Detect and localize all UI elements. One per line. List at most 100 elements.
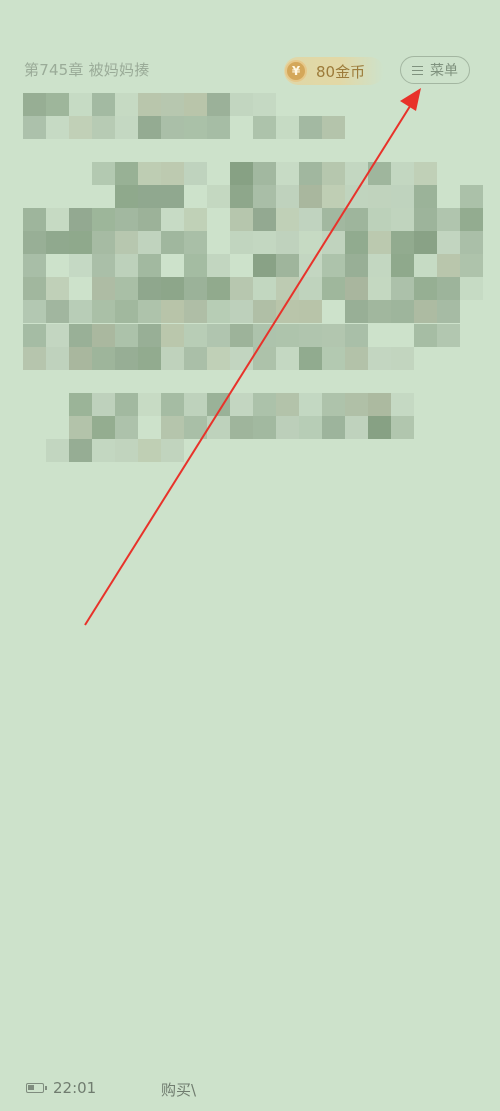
pixel-cell — [253, 231, 276, 254]
pixel-cell — [414, 254, 437, 277]
pixel-cell — [23, 300, 46, 323]
pixel-cell — [230, 185, 253, 208]
pixel-cell — [92, 162, 115, 185]
pixel-cell — [414, 277, 437, 300]
pixel-cell — [368, 300, 391, 323]
pixel-cell — [437, 208, 460, 231]
pixel-cell — [92, 93, 115, 116]
pixel-cell — [322, 231, 345, 254]
pixel-cell — [368, 277, 391, 300]
pixel-cell — [253, 300, 276, 323]
pixel-cell — [92, 393, 115, 416]
pixel-cell — [253, 93, 276, 116]
pixel-cell — [69, 300, 92, 323]
reader-page: 第745章 被妈妈揍 ¥ 80金币 菜单 22:01 购买\ — [0, 0, 500, 1111]
pixel-cell — [299, 416, 322, 439]
coin-balance-button[interactable]: ¥ 80金币 — [284, 57, 384, 85]
pixel-cell — [391, 185, 414, 208]
pixel-cell — [161, 116, 184, 139]
pixel-cell — [115, 416, 138, 439]
pixel-cell — [230, 93, 253, 116]
pixel-cell — [115, 347, 138, 370]
pixel-cell — [92, 439, 115, 462]
pixel-cell — [276, 116, 299, 139]
pixel-cell — [322, 185, 345, 208]
pixel-cell — [230, 231, 253, 254]
pixel-cell — [437, 277, 460, 300]
pixel-cell — [115, 231, 138, 254]
pixel-cell — [345, 254, 368, 277]
pixel-cell — [69, 324, 92, 347]
pixel-cell — [115, 254, 138, 277]
pixel-cell — [391, 416, 414, 439]
pixel-cell — [299, 254, 322, 277]
pixel-cell — [253, 347, 276, 370]
pixel-cell — [460, 185, 483, 208]
pixel-cell — [322, 277, 345, 300]
pixel-cell — [276, 162, 299, 185]
pixel-cell — [322, 347, 345, 370]
pixel-cell — [138, 300, 161, 323]
coin-icon: ¥ — [285, 60, 307, 82]
pixel-cell — [391, 393, 414, 416]
pixel-cell — [276, 393, 299, 416]
pixel-cell — [115, 93, 138, 116]
pixel-cell — [115, 208, 138, 231]
pixel-cell — [184, 231, 207, 254]
pixel-cell — [253, 416, 276, 439]
pixel-cell — [46, 116, 69, 139]
pixel-cell — [345, 162, 368, 185]
pixel-cell — [92, 300, 115, 323]
pixel-cell — [69, 93, 92, 116]
pixel-cell — [92, 116, 115, 139]
pixel-cell — [23, 208, 46, 231]
pixel-cell — [138, 231, 161, 254]
pixel-cell — [368, 393, 391, 416]
pixel-cell — [161, 300, 184, 323]
pixel-cell — [69, 231, 92, 254]
pixel-cell — [345, 393, 368, 416]
pixel-cell — [299, 324, 322, 347]
pixel-cell — [138, 347, 161, 370]
pixel-cell — [253, 393, 276, 416]
pixel-cell — [115, 300, 138, 323]
pixel-cell — [368, 162, 391, 185]
menu-button[interactable]: 菜单 — [400, 56, 470, 84]
pixel-cell — [299, 393, 322, 416]
battery-icon — [26, 1083, 47, 1093]
pixel-cell — [138, 208, 161, 231]
pixel-cell — [368, 254, 391, 277]
pixel-cell — [92, 254, 115, 277]
pixel-cell — [253, 185, 276, 208]
pixel-cell — [230, 162, 253, 185]
pixel-cell — [345, 277, 368, 300]
pixel-cell — [460, 208, 483, 231]
pixel-cell — [391, 277, 414, 300]
pixel-cell — [345, 208, 368, 231]
pixel-cell — [92, 231, 115, 254]
pixel-cell — [345, 324, 368, 347]
pixel-cell — [161, 439, 184, 462]
pixel-cell — [391, 231, 414, 254]
pixel-cell — [276, 300, 299, 323]
pixel-cell — [138, 393, 161, 416]
pixel-cell — [253, 324, 276, 347]
pixel-cell — [46, 277, 69, 300]
pixel-cell — [253, 162, 276, 185]
pixel-cell — [46, 324, 69, 347]
pixel-cell — [414, 208, 437, 231]
pixel-cell — [23, 254, 46, 277]
pixel-cell — [322, 254, 345, 277]
pixel-cell — [391, 254, 414, 277]
bottom-status-text: 购买\ — [161, 1081, 197, 1099]
pixel-cell — [184, 300, 207, 323]
pixel-cell — [92, 347, 115, 370]
pixel-cell — [322, 208, 345, 231]
pixel-cell — [253, 116, 276, 139]
pixel-cell — [391, 162, 414, 185]
pixel-cell — [276, 185, 299, 208]
pixel-cell — [230, 324, 253, 347]
pixel-cell — [276, 254, 299, 277]
pixel-cell — [161, 93, 184, 116]
pixel-cell — [161, 185, 184, 208]
